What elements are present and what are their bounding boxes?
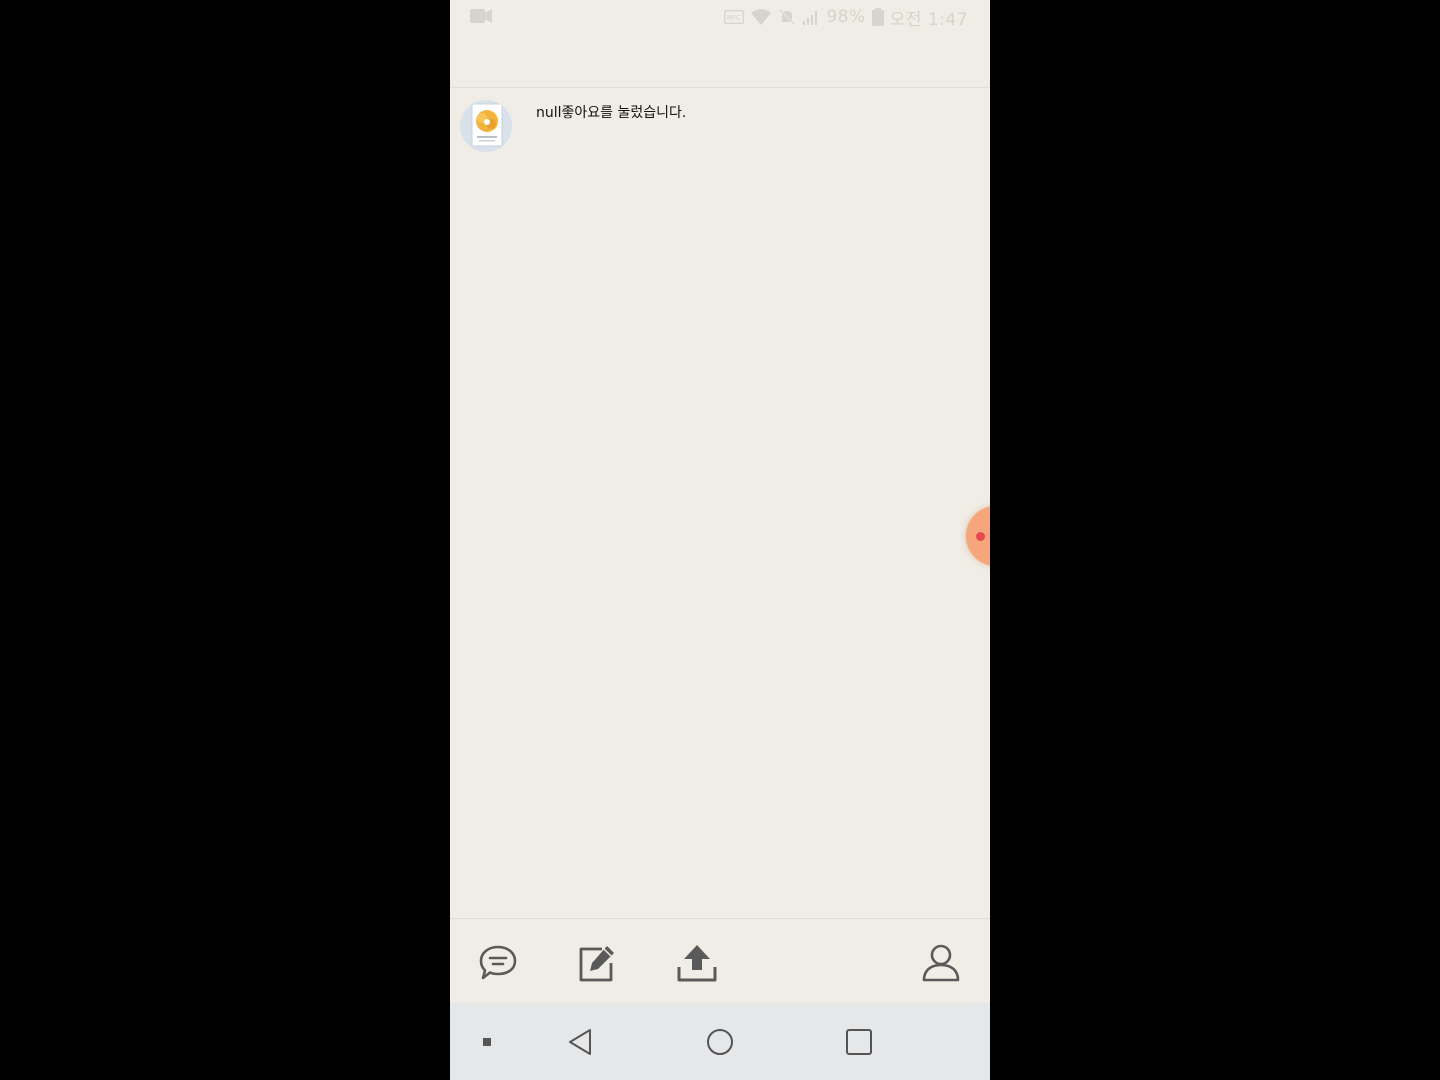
recents-icon [846,1029,872,1055]
bubble-indicator-dot [976,532,985,541]
edit-icon [579,946,614,982]
nav-back-button[interactable] [564,1025,598,1059]
signal-icon [803,11,818,25]
notification-item[interactable]: null좋아요를 눌렀습니다. [450,88,990,168]
book-cover-avatar[interactable] [460,100,512,152]
chat-bubble-icon [479,945,517,980]
nfc-icon: NFC [724,10,745,24]
upload-icon [677,945,717,982]
battery-icon [871,8,884,26]
status-bar: NFC 98% 오전 1:47 [450,0,990,34]
notification-text: null좋아요를 눌렀습니다. [536,105,687,121]
battery-percent: 98% [826,7,866,27]
phone-screen: NFC 98% 오전 1:47 null좋아요를 눌렀습니다. [450,0,990,1080]
floating-bubble-button[interactable] [966,506,990,566]
clock: 오전 1:47 [889,9,968,30]
profile-icon [922,944,960,982]
chat-button[interactable] [476,941,520,985]
nav-dot-button[interactable] [470,1025,504,1059]
system-navigation-bar [450,1003,990,1080]
home-icon [707,1029,733,1055]
nav-home-button[interactable] [703,1025,737,1059]
mute-icon [779,9,796,25]
svg-text:NFC: NFC [727,14,741,22]
write-button[interactable] [574,941,618,985]
app-header [450,34,990,88]
profile-button[interactable] [919,941,963,985]
wifi-icon [751,9,772,25]
bottom-toolbar [450,918,990,1004]
nav-recents-button[interactable] [842,1025,876,1059]
notification-list: null좋아요를 눌렀습니다. [450,88,990,168]
back-icon [569,1029,591,1055]
dot-icon [483,1038,491,1046]
screen-record-icon [470,9,492,23]
upload-button[interactable] [675,941,719,985]
